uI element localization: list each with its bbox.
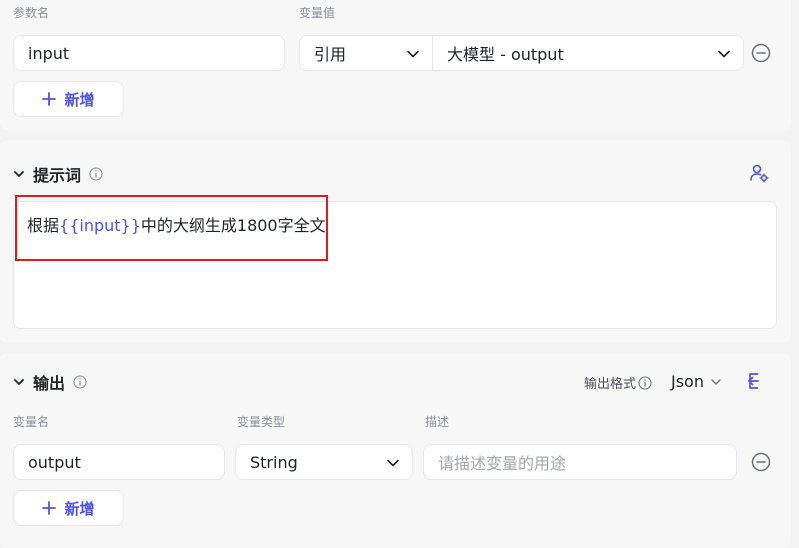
var-type-select[interactable]: String [235,444,413,480]
output-format-label-group: 输出格式 [584,373,652,392]
remove-param-icon[interactable] [751,43,771,63]
highlight-box [15,195,328,261]
output-format-label: 输出格式 [584,377,637,392]
output-title: 输出 [33,374,66,393]
var-name-input[interactable]: output [13,444,225,480]
var-type-header: 变量类型 [237,415,286,429]
var-type-value: String [250,452,298,472]
add-param-label: 新增 [64,90,95,109]
prompt-section-header[interactable]: 提示词 [13,162,103,186]
ref-type-value: 引用 [314,45,347,64]
param-name-value: input [28,43,70,63]
output-format-value: Json [671,372,704,391]
info-icon [89,167,103,181]
chevron-down-icon [407,50,419,58]
user-settings-icon[interactable] [749,163,769,183]
ref-value-select[interactable]: 大模型 - output [432,35,744,71]
ref-value: 大模型 - output [447,45,564,64]
output-section-header[interactable]: 输出 [13,370,87,394]
param-name-input[interactable]: input [13,35,285,71]
desc-placeholder: 请描述变量的用途 [438,454,567,473]
desc-input[interactable]: 请描述变量的用途 [423,444,737,480]
var-value-header: 变量值 [299,6,336,20]
output-format-select[interactable]: Json [671,372,722,391]
info-icon [638,375,652,390]
add-param-button[interactable]: 新增 [13,81,124,117]
var-name-value: output [28,452,81,472]
param-name-header: 参数名 [13,6,50,20]
plus-icon [42,501,57,515]
chevron-down-icon [387,459,399,467]
chevron-down-icon [14,171,24,177]
remove-output-icon[interactable] [751,452,771,472]
add-output-label: 新增 [64,499,95,518]
info-icon [73,375,87,389]
add-output-button[interactable]: 新增 [13,490,124,526]
import-icon[interactable] [746,371,766,391]
plus-icon [42,92,57,106]
prompt-title: 提示词 [33,166,82,185]
chevron-down-icon [14,379,24,385]
chevron-down-icon [718,50,730,58]
var-name-header: 变量名 [13,415,50,429]
ref-type-select[interactable]: 引用 [299,35,433,71]
chevron-down-icon [711,378,721,385]
desc-header: 描述 [425,415,450,429]
